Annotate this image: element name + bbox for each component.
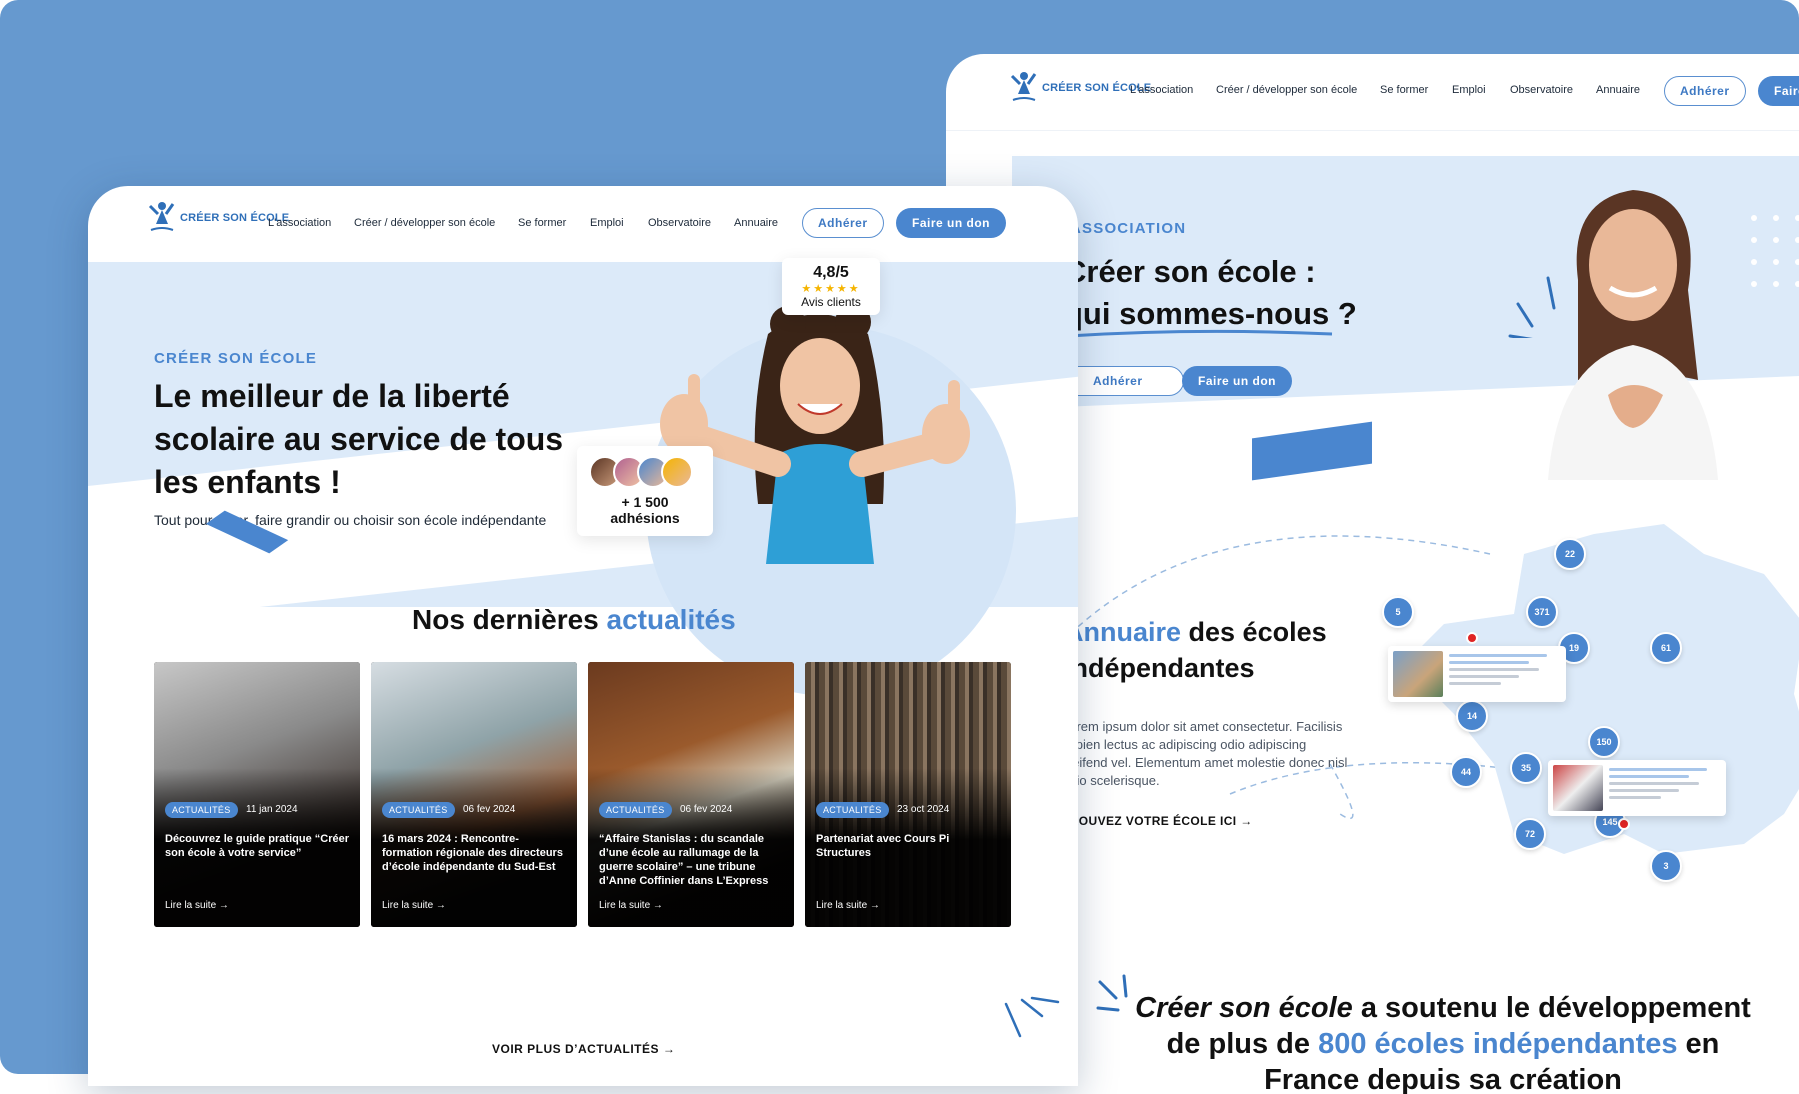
news-card-read-more[interactable]: Lire la suite → <box>816 900 880 911</box>
news-card-read-more[interactable]: Lire la suite → <box>382 900 446 911</box>
front-nav-association[interactable]: L'association <box>268 217 331 229</box>
news-card-date: 23 oct 2024 <box>897 804 950 815</box>
news-card-read-more[interactable]: Lire la suite → <box>599 900 663 911</box>
claim-line3: France depuis sa création <box>1264 1064 1622 1094</box>
back-hero-title-line1: Créer son école : <box>1064 254 1316 289</box>
map-pin[interactable]: 61 <box>1650 632 1682 664</box>
map-pin[interactable]: 72 <box>1514 818 1546 850</box>
news-card[interactable]: ACTUALITÉS 11 jan 2024 Découvrez le guid… <box>154 662 360 927</box>
news-card-badge: ACTUALITÉS <box>816 802 889 818</box>
back-hero-eyebrow: ASSOCIATION <box>1070 220 1187 237</box>
front-nav-emploi[interactable]: Emploi <box>590 217 624 229</box>
logo-child-icon <box>1010 72 1037 101</box>
rating-card: 4,8/5 ★★★★★ Avis clients <box>782 258 880 315</box>
news-section-title: Nos dernières actualités <box>412 604 736 636</box>
claim-text: Créer son école a soutenu le développeme… <box>1098 990 1788 1094</box>
school-thumbnail <box>1553 765 1603 811</box>
back-nav-creer[interactable]: Créer / développer son école <box>1216 84 1357 96</box>
front-browser-window: CRÉER SON ÉCOLE L'association Créer / dé… <box>88 186 1078 1086</box>
back-nav-emploi[interactable]: Emploi <box>1452 84 1486 96</box>
claim-italic: Créer son école <box>1135 992 1353 1024</box>
news-card-read-more[interactable]: Lire la suite → <box>165 900 229 911</box>
news-card[interactable]: ACTUALITÉS 06 fev 2024 “Affaire Stanisla… <box>588 662 794 927</box>
news-sparkle-decoration <box>1004 996 1060 1038</box>
news-card[interactable]: ACTUALITÉS 23 oct 2024 Partenariat avec … <box>805 662 1011 927</box>
annuaire-lorem-line: sapien lectus ac adipiscing odio adipisc… <box>1062 737 1307 752</box>
logo-child-icon <box>148 202 175 231</box>
front-navbar: CRÉER SON ÉCOLE L'association Créer / dé… <box>88 186 1078 263</box>
news-title-prefix: Nos dernières <box>412 604 599 635</box>
trouvez-ecole-link[interactable]: TROUVEZ VOTRE ÉCOLE ICI → <box>1062 814 1253 828</box>
map-pin[interactable]: 371 <box>1526 596 1558 628</box>
members-count: + 1 500 adhésions <box>610 494 680 526</box>
annuaire-description: Lorem ipsum dolor sit amet consectetur. … <box>1062 718 1347 790</box>
front-hero-eyebrow: CRÉER SON ÉCOLE <box>154 350 318 367</box>
news-card-date: 06 fev 2024 <box>680 804 733 815</box>
front-nav-annuaire[interactable]: Annuaire <box>734 217 778 229</box>
claim-line1-rest: a soutenu le développement <box>1352 992 1751 1024</box>
news-card-title: Partenariat avec Cours Pi Structures <box>816 833 950 859</box>
map-pin[interactable]: 14 <box>1456 700 1488 732</box>
back-nav-association[interactable]: L'association <box>1130 84 1193 96</box>
back-nav-se-former[interactable]: Se former <box>1380 84 1428 96</box>
claim-line2-post: en <box>1677 1028 1720 1060</box>
news-card-title: “Affaire Stanislas : du scandale d’une é… <box>599 833 769 887</box>
news-card-title: 16 mars 2024 : Rencontre-formation régio… <box>382 833 563 873</box>
avatar <box>661 456 693 488</box>
rating-value: 4,8/5 <box>813 264 849 281</box>
map-pin[interactable]: 44 <box>1450 756 1482 788</box>
annuaire-lorem-line: Lorem ipsum dolor sit amet consectetur. … <box>1062 719 1343 734</box>
map-pin[interactable]: 3 <box>1650 850 1682 882</box>
rating-stars-icon: ★★★★★ <box>801 283 861 295</box>
school-card-details <box>1609 765 1707 811</box>
france-map <box>1404 524 1799 854</box>
news-card-badge: ACTUALITÉS <box>599 802 672 818</box>
map-school-card[interactable] <box>1548 760 1726 816</box>
news-card[interactable]: ACTUALITÉS 06 fev 2024 16 mars 2024 : Re… <box>371 662 577 927</box>
back-adherer-button[interactable]: Adhérer <box>1664 76 1746 106</box>
school-thumbnail <box>1393 651 1443 697</box>
annuaire-title: Annuaire des écoles indépendantes <box>1064 614 1327 686</box>
members-card: + 1 500 adhésions <box>577 446 713 536</box>
front-nav-se-former[interactable]: Se former <box>518 217 566 229</box>
annuaire-title-line2: indépendantes <box>1064 653 1255 683</box>
claim-line2-accent: 800 écoles indépendantes <box>1318 1028 1678 1060</box>
school-card-details <box>1449 651 1547 697</box>
back-navbar: CRÉER SON ÉCOLE L'association Créer / dé… <box>946 54 1799 131</box>
front-adherer-button[interactable]: Adhérer <box>802 208 884 238</box>
front-hero-title-line3: les enfants ! <box>154 464 341 500</box>
front-hero-title-line2: scolaire au service de tous <box>154 421 564 457</box>
member-avatars <box>589 456 699 488</box>
back-hero-woman-image <box>1548 190 1718 480</box>
back-nav-annuaire[interactable]: Annuaire <box>1596 84 1640 96</box>
news-card-badge: ACTUALITÉS <box>382 802 455 818</box>
news-card-date: 06 fev 2024 <box>463 804 516 815</box>
back-hero-don-button[interactable]: Faire un don <box>1182 366 1292 396</box>
voir-plus-link[interactable]: VOIR PLUS D’ACTUALITÉS → <box>492 1042 675 1056</box>
back-don-button[interactable]: Faire <box>1758 76 1799 106</box>
back-title-underline <box>1067 329 1333 338</box>
annuaire-title-accent: Annuaire <box>1064 617 1182 647</box>
news-card-date: 11 jan 2024 <box>246 804 298 815</box>
map-pin[interactable]: 35 <box>1510 752 1542 784</box>
annuaire-title-rest: des écoles <box>1181 617 1327 647</box>
rating-label: Avis clients <box>801 295 861 309</box>
map-location-marker[interactable] <box>1466 632 1478 644</box>
front-nav-creer[interactable]: Créer / développer son école <box>354 217 495 229</box>
back-nav-observatoire[interactable]: Observatoire <box>1510 84 1573 96</box>
news-title-accent: actualités <box>606 604 736 635</box>
map-pin[interactable]: 5 <box>1382 596 1414 628</box>
annuaire-lorem-line: eleifend vel. Elementum amet molestie do… <box>1062 755 1348 770</box>
news-card-badge: ACTUALITÉS <box>165 802 238 818</box>
front-don-button[interactable]: Faire un don <box>896 208 1006 238</box>
map-pin[interactable]: 150 <box>1588 726 1620 758</box>
news-card-title: Découvrez le guide pratique “Créer son é… <box>165 833 349 859</box>
back-dots-decoration <box>1751 215 1799 287</box>
claim-line2-pre: de plus de <box>1166 1028 1319 1060</box>
front-hero-title-line1: Le meilleur de la liberté <box>154 378 510 414</box>
map-school-card[interactable] <box>1388 646 1566 702</box>
map-pin[interactable]: 22 <box>1554 538 1586 570</box>
map-location-marker[interactable] <box>1618 818 1630 830</box>
front-nav-observatoire[interactable]: Observatoire <box>648 217 711 229</box>
